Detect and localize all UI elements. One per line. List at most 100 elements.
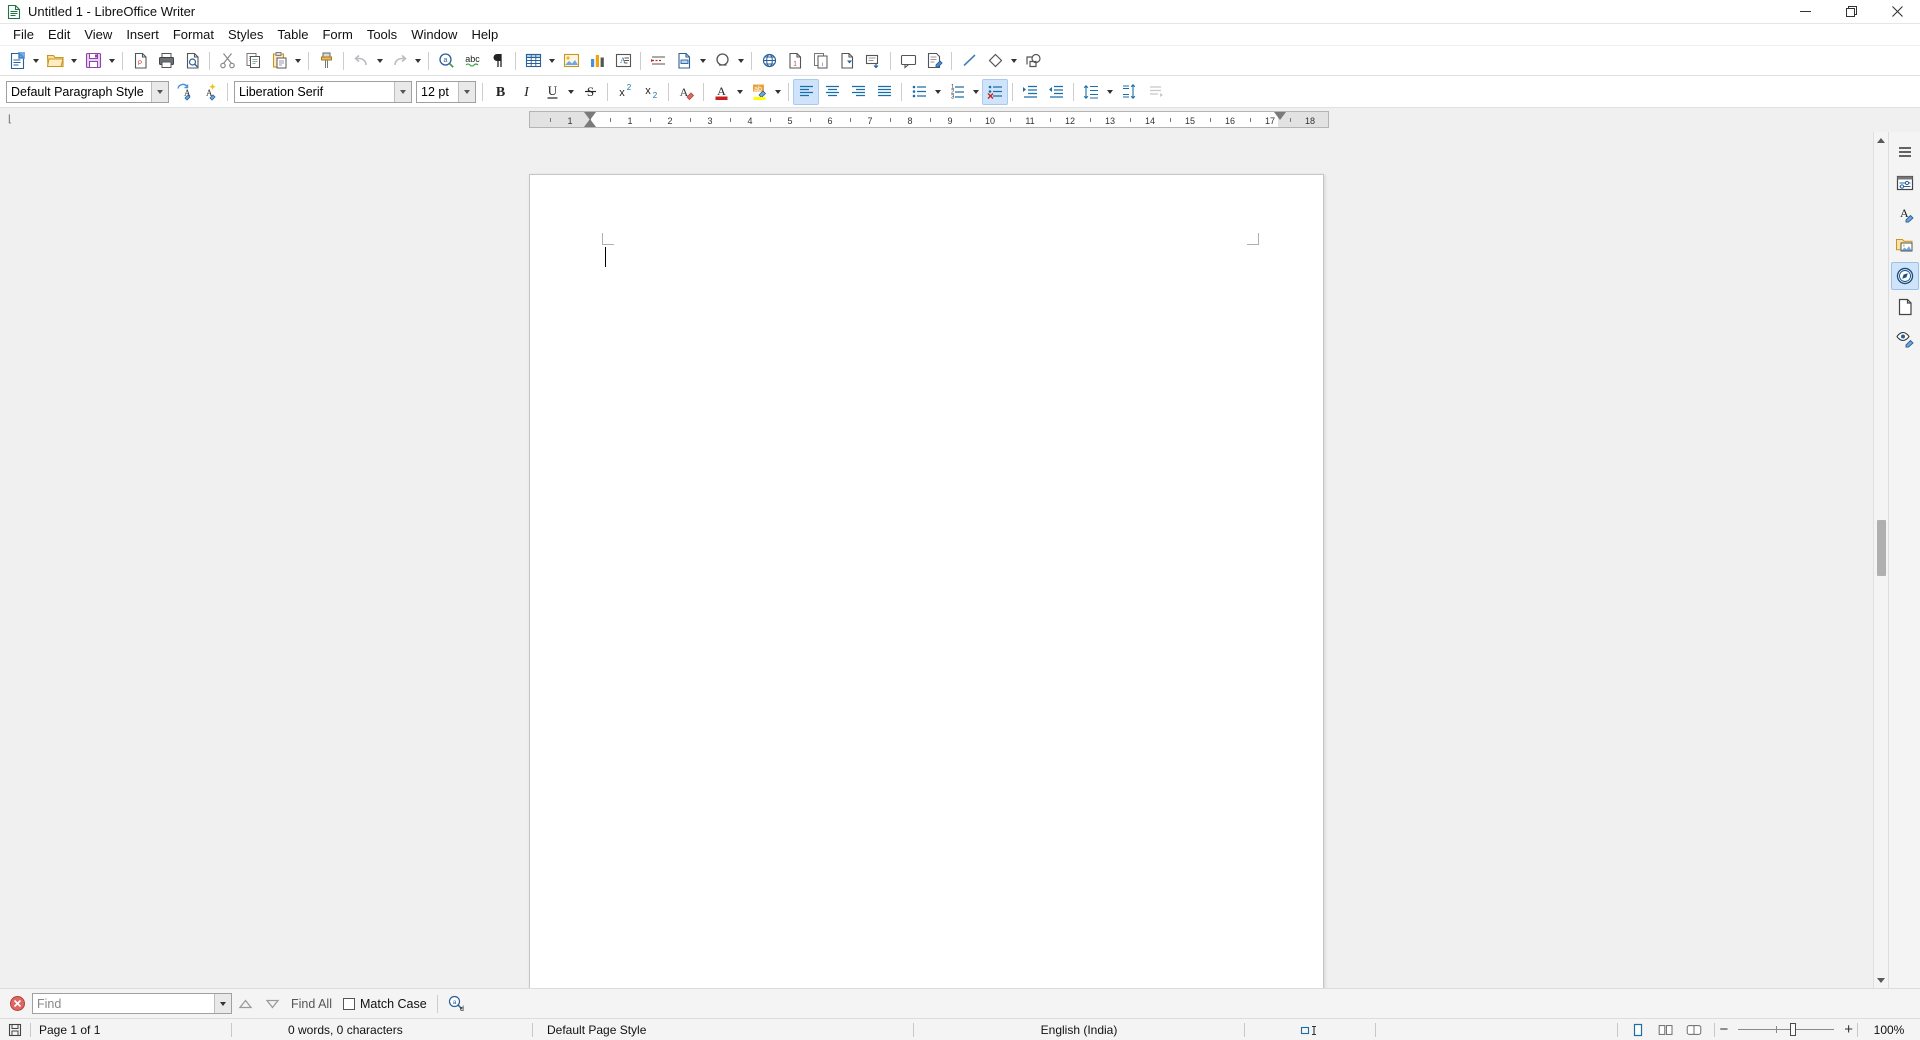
insert-field-button[interactable] [671, 48, 697, 74]
underline-dropdown[interactable] [565, 79, 577, 105]
tab-stop-selector[interactable]: ⌊ [8, 114, 12, 125]
copy-button[interactable] [240, 48, 266, 74]
insert-table-dropdown[interactable] [546, 48, 558, 74]
insert-text-box-button[interactable]: A [610, 48, 636, 74]
zoom-out-button[interactable]: − [1715, 1019, 1732, 1040]
insert-image-button[interactable] [558, 48, 584, 74]
book-view-button[interactable] [1680, 1019, 1714, 1040]
horizontal-ruler[interactable]: 1 1 2 3 4 5 6 7 8 9 10 11 12 13 14 15 16… [529, 111, 1329, 128]
find-history-dropdown[interactable] [214, 994, 231, 1013]
zoom-level[interactable]: 100% [1858, 1019, 1920, 1040]
menu-edit[interactable]: Edit [41, 25, 77, 45]
align-center-button[interactable] [819, 79, 845, 105]
close-find-toolbar-button[interactable] [6, 993, 28, 1015]
sidebar-item-properties[interactable] [1891, 169, 1919, 197]
document-canvas[interactable] [0, 132, 1873, 988]
italic-button[interactable]: I [513, 79, 539, 105]
align-right-button[interactable] [845, 79, 871, 105]
find-all-button[interactable]: Find All [286, 993, 337, 1015]
new-style-from-selection-button[interactable]: A [197, 79, 223, 105]
word-count[interactable]: 0 words, 0 characters [232, 1019, 532, 1040]
insert-field-dropdown[interactable] [697, 48, 709, 74]
paragraph-spacing-button[interactable] [1116, 79, 1142, 105]
menu-file[interactable]: File [6, 25, 41, 45]
font-color-dropdown[interactable] [734, 79, 746, 105]
find-next-button[interactable] [259, 993, 286, 1015]
find-input[interactable] [33, 994, 214, 1013]
menu-table[interactable]: Table [270, 25, 315, 45]
line-spacing-button[interactable] [1078, 79, 1104, 105]
cut-button[interactable] [214, 48, 240, 74]
subscript-button[interactable]: x 2 [638, 79, 664, 105]
no-list-button[interactable] [982, 78, 1008, 105]
basic-shapes-dropdown[interactable] [1008, 48, 1020, 74]
font-name-combobox[interactable]: Liberation Serif [234, 80, 412, 103]
scroll-up-button[interactable] [1874, 132, 1889, 148]
superscript-button[interactable]: x 2 [612, 79, 638, 105]
increase-indent-button[interactable] [1017, 79, 1043, 105]
find-replace-button[interactable]: a [433, 48, 459, 74]
clear-formatting-button[interactable]: A [673, 79, 699, 105]
paste-dropdown[interactable] [292, 48, 304, 74]
sidebar-settings-menu[interactable] [1891, 138, 1919, 166]
menu-help[interactable]: Help [464, 25, 505, 45]
update-selected-style-button[interactable]: A [171, 79, 197, 105]
menu-window[interactable]: Window [404, 25, 464, 45]
justified-button[interactable] [871, 79, 897, 105]
vertical-scrollbar[interactable] [1873, 132, 1888, 988]
insert-page-break-button[interactable] [645, 48, 671, 74]
set-paragraph-style-button[interactable] [1142, 79, 1168, 105]
bold-button[interactable]: B [487, 79, 513, 105]
print-preview-button[interactable] [179, 48, 205, 74]
menu-form[interactable]: Form [315, 25, 359, 45]
document-page[interactable] [529, 174, 1324, 988]
save-dropdown[interactable] [106, 48, 118, 74]
insert-chart-button[interactable] [584, 48, 610, 74]
single-page-view-button[interactable] [1618, 1019, 1652, 1040]
font-color-button[interactable]: A [708, 79, 734, 105]
zoom-slider[interactable] [1738, 1019, 1835, 1040]
unordered-list-dropdown[interactable] [932, 79, 944, 105]
insert-cross-reference-button[interactable] [860, 48, 886, 74]
highlight-color-dropdown[interactable] [772, 79, 784, 105]
zoom-in-button[interactable]: + [1840, 1019, 1857, 1040]
export-pdf-button[interactable]: P [127, 48, 153, 74]
find-and-replace-button[interactable]: a d [442, 993, 471, 1015]
insert-comment-button[interactable] [895, 48, 921, 74]
multi-page-view-button[interactable] [1652, 1019, 1680, 1040]
insert-line-button[interactable] [956, 48, 982, 74]
strikethrough-button[interactable]: S [577, 79, 603, 105]
undo-dropdown[interactable] [374, 48, 386, 74]
close-button[interactable] [1874, 0, 1920, 24]
insert-hyperlink-button[interactable] [756, 48, 782, 74]
minimize-button[interactable] [1782, 0, 1828, 24]
paste-button[interactable] [266, 48, 292, 74]
insert-bookmark-button[interactable] [834, 48, 860, 74]
show-draw-functions-button[interactable] [1020, 48, 1046, 74]
page-style[interactable]: Default Page Style [533, 1019, 913, 1040]
underline-button[interactable]: U [539, 79, 565, 105]
page-info[interactable]: Page 1 of 1 [31, 1019, 231, 1040]
sidebar-item-gallery[interactable] [1891, 231, 1919, 259]
menu-styles[interactable]: Styles [221, 25, 270, 45]
menu-view[interactable]: View [77, 25, 119, 45]
font-size-combobox[interactable]: 12 pt [416, 80, 476, 103]
scroll-down-button[interactable] [1874, 972, 1889, 988]
menu-insert[interactable]: Insert [119, 25, 166, 45]
insert-special-character-dropdown[interactable] [735, 48, 747, 74]
sidebar-item-styles[interactable]: A [1891, 200, 1919, 228]
maximize-button[interactable] [1828, 0, 1874, 24]
new-document-dropdown[interactable] [30, 48, 42, 74]
insert-table-button[interactable] [520, 48, 546, 74]
find-input-combobox[interactable] [32, 993, 232, 1014]
ordered-list-button[interactable]: 1 2 3 [944, 79, 970, 105]
vertical-scroll-track[interactable] [1874, 148, 1889, 972]
highlight-color-button[interactable]: ab [746, 79, 772, 105]
redo-button[interactable] [386, 48, 412, 74]
new-document-button[interactable] [4, 48, 30, 74]
formatting-marks-button[interactable] [485, 48, 511, 74]
insert-footnote-button[interactable]: 1 [782, 48, 808, 74]
undo-button[interactable] [348, 48, 374, 74]
redo-dropdown[interactable] [412, 48, 424, 74]
open-button[interactable] [42, 48, 68, 74]
